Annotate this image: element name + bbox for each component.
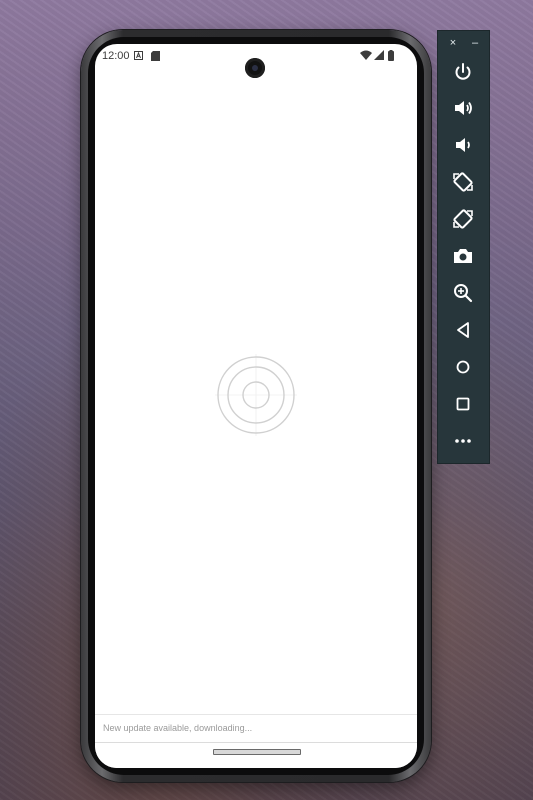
status-time: 12:00	[102, 50, 130, 62]
zoom-icon	[454, 284, 473, 303]
rotate-left-button[interactable]	[451, 170, 475, 194]
power-icon	[455, 63, 471, 80]
phone-screen[interactable]: 12:00 New update available, downloading.…	[95, 44, 417, 768]
power-button[interactable]	[451, 60, 475, 84]
overview-icon	[456, 397, 470, 411]
home-icon	[456, 360, 470, 374]
zoom-button[interactable]	[451, 281, 475, 305]
overview-button[interactable]	[451, 392, 475, 416]
camera-lens	[252, 65, 258, 71]
signal-icon	[374, 50, 384, 60]
sd-card-icon	[151, 51, 160, 61]
close-button[interactable]: ×	[446, 37, 460, 49]
rotate-left-icon	[453, 172, 473, 192]
camera-icon	[454, 249, 472, 263]
a-notification-icon	[134, 51, 143, 60]
gesture-nav-bar	[95, 742, 417, 768]
loading-spinner-icon	[215, 354, 297, 436]
more-icon	[455, 439, 471, 443]
volume-down-icon	[456, 138, 470, 152]
update-banner: New update available, downloading...	[95, 714, 417, 743]
front-camera	[245, 58, 265, 78]
volume-down-button[interactable]	[451, 133, 475, 157]
minimize-button[interactable]: –	[468, 37, 482, 49]
back-button[interactable]	[451, 318, 475, 342]
back-icon	[457, 322, 469, 338]
battery-icon	[388, 50, 394, 61]
home-button[interactable]	[451, 355, 475, 379]
more-button[interactable]	[451, 429, 475, 453]
screenshot-button[interactable]	[451, 244, 475, 268]
status-bar: 12:00	[95, 44, 417, 78]
volume-up-button[interactable]	[451, 96, 475, 120]
emulator-toolbar: × –	[437, 30, 490, 464]
wifi-icon	[360, 50, 372, 60]
volume-up-icon	[455, 101, 472, 115]
home-gesture-handle[interactable]	[213, 749, 301, 755]
update-message: New update available, downloading...	[103, 723, 253, 733]
phone-frame: 12:00 New update available, downloading.…	[81, 30, 431, 782]
rotate-right-icon	[453, 209, 473, 229]
rotate-right-button[interactable]	[451, 207, 475, 231]
